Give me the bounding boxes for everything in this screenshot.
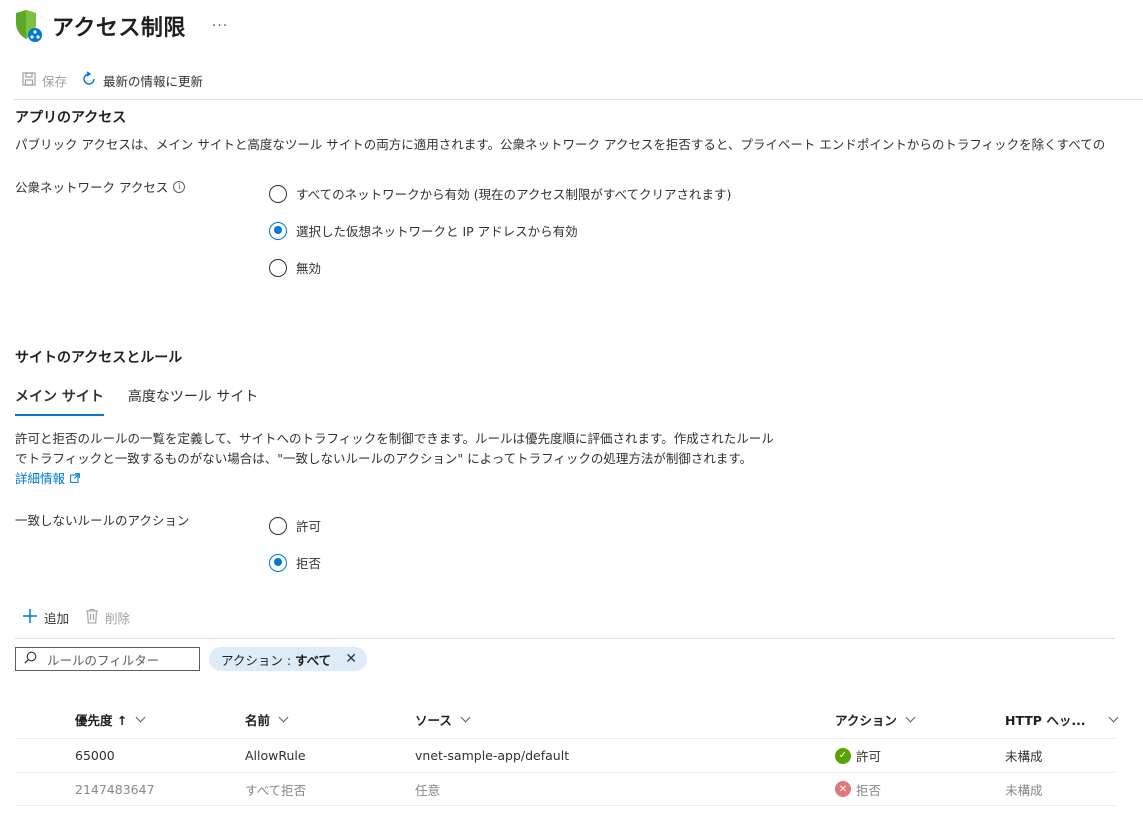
column-header-action[interactable]: アクション bbox=[835, 700, 916, 738]
row-action: ✓ 許可 bbox=[835, 739, 881, 772]
table-row[interactable]: 2147483647 すべて拒否 任意 ✕ 拒否 未構成 bbox=[15, 772, 1115, 806]
add-label: 追加 bbox=[44, 611, 70, 626]
radio-selected-networks[interactable]: 選択した仮想ネットワークと IP アドレスから有効 bbox=[269, 221, 578, 240]
row-http-headers: 未構成 bbox=[1005, 782, 1043, 798]
row-http-headers: 未構成 bbox=[1005, 749, 1043, 764]
row-priority: 2147483647 bbox=[75, 781, 155, 797]
chevron-down-icon bbox=[905, 712, 916, 722]
save-button[interactable]: 保存 bbox=[22, 71, 67, 90]
filter-placeholder: ルールのフィルター bbox=[47, 652, 160, 668]
error-circle-icon: ✕ bbox=[835, 781, 851, 797]
delete-label: 削除 bbox=[105, 611, 131, 626]
table-row[interactable]: 65000 AllowRule vnet-sample-app/default … bbox=[15, 738, 1115, 772]
column-header-http[interactable]: HTTP ヘッ... bbox=[1005, 700, 1119, 738]
radio-all-networks[interactable]: すべてのネットワークから有効 (現在のアクセス制限がすべてクリアされます) bbox=[269, 184, 731, 203]
row-priority: 65000 bbox=[75, 748, 115, 763]
name-header-label: 名前 bbox=[245, 712, 271, 728]
column-header-priority[interactable]: 優先度 ↑ bbox=[75, 700, 146, 738]
radio-label-unmatched-allow: 許可 bbox=[296, 519, 322, 534]
source-header-label: ソース bbox=[415, 712, 452, 728]
radio-label-disabled: 無効 bbox=[296, 261, 322, 276]
priority-header-label: 優先度 ↑ bbox=[75, 712, 128, 728]
radio-label-unmatched-deny: 拒否 bbox=[296, 556, 322, 571]
chevron-down-icon bbox=[135, 712, 146, 722]
learn-more-link[interactable]: 詳細情報 bbox=[15, 468, 80, 489]
row-name: すべて拒否 bbox=[245, 782, 307, 798]
chevron-down-icon bbox=[1108, 712, 1119, 722]
refresh-label: 最新の情報に更新 bbox=[103, 73, 204, 89]
action-filter-value: すべて bbox=[295, 652, 332, 668]
public-network-access-label: 公衆ネットワーク アクセス i bbox=[15, 177, 186, 196]
radio-disabled[interactable]: 無効 bbox=[269, 258, 321, 277]
radio-unmatched-deny[interactable]: 拒否 bbox=[269, 553, 321, 572]
info-icon[interactable]: i bbox=[173, 180, 186, 193]
radio-circle-unmatched-deny[interactable] bbox=[269, 553, 287, 572]
add-rule-button[interactable]: 追加 bbox=[22, 608, 69, 627]
trash-icon bbox=[85, 608, 99, 627]
radio-circle-disabled[interactable] bbox=[269, 258, 287, 277]
radio-circle-selected-networks[interactable] bbox=[269, 221, 287, 240]
app-access-description: パブリック アクセスは、メイン サイトと高度なツール サイトの両方に適用されます… bbox=[15, 137, 1106, 152]
tab-advanced-tools-site[interactable]: 高度なツール サイト bbox=[128, 386, 258, 416]
chevron-down-icon bbox=[460, 712, 471, 722]
radio-label-selected-networks: 選択した仮想ネットワークと IP アドレスから有効 bbox=[296, 224, 578, 239]
radio-unmatched-allow[interactable]: 許可 bbox=[269, 516, 321, 535]
row-source: 任意 bbox=[415, 782, 441, 798]
app-access-title: アプリのアクセス bbox=[15, 110, 127, 126]
rules-command-bar: 追加 削除 bbox=[22, 608, 130, 627]
action-filter-prefix: アクション : bbox=[221, 652, 296, 668]
row-source: vnet-sample-app/default bbox=[415, 748, 570, 763]
refresh-button[interactable]: 最新の情報に更新 bbox=[81, 70, 204, 90]
shield-network-icon bbox=[14, 9, 44, 43]
search-icon bbox=[24, 651, 37, 667]
learn-more-row: 詳細情報 bbox=[15, 468, 80, 489]
public-network-access-text: 公衆ネットワーク アクセス bbox=[15, 180, 169, 195]
column-header-source[interactable]: ソース bbox=[415, 700, 471, 738]
save-icon bbox=[22, 71, 36, 89]
radio-circle-all-networks[interactable] bbox=[269, 184, 287, 203]
learn-more-label: 詳細情報 bbox=[15, 471, 66, 486]
http-header-label: HTTP ヘッ... bbox=[1005, 712, 1086, 728]
external-link-icon bbox=[70, 468, 80, 489]
row-action-label: 拒否 bbox=[856, 782, 882, 798]
tab-main-site[interactable]: メイン サイト bbox=[15, 386, 104, 416]
rules-table: 優先度 ↑ 名前 ソース アクション HTTP ヘッ... 65000 Allo… bbox=[15, 700, 1119, 806]
rules-filter-input[interactable]: ルールのフィルター bbox=[15, 647, 200, 671]
action-filter-pill[interactable]: アクション : すべて ✕ bbox=[209, 647, 367, 671]
radio-circle-unmatched-allow[interactable] bbox=[269, 516, 287, 535]
delete-rule-button[interactable]: 削除 bbox=[85, 608, 130, 627]
toolbar-divider bbox=[14, 99, 1143, 100]
column-header-name[interactable]: 名前 bbox=[245, 700, 289, 738]
page-title: アクセス制限 bbox=[52, 16, 186, 41]
row-name: AllowRule bbox=[245, 748, 306, 763]
table-header: 優先度 ↑ 名前 ソース アクション HTTP ヘッ... bbox=[15, 700, 1119, 738]
command-bar-divider bbox=[15, 638, 1115, 639]
action-header-label: アクション bbox=[835, 712, 897, 728]
more-options-button[interactable]: ··· bbox=[212, 18, 228, 34]
site-access-description-2: でトラフィックと一致するものがない場合は、"一致しないルールのアクション" によ… bbox=[15, 451, 753, 466]
close-icon[interactable]: ✕ bbox=[345, 651, 357, 667]
refresh-icon bbox=[81, 70, 97, 90]
page-header: アクセス制限 ··· bbox=[14, 6, 228, 46]
chevron-down-icon bbox=[278, 712, 289, 722]
site-tabs: メイン サイト 高度なツール サイト bbox=[15, 386, 258, 416]
plus-icon bbox=[22, 608, 38, 627]
action-filter-text: アクション : すべて bbox=[221, 650, 331, 669]
check-circle-icon: ✓ bbox=[835, 747, 851, 764]
save-label: 保存 bbox=[42, 73, 68, 89]
site-access-description-1: 許可と拒否のルールの一覧を定義して、サイトへのトラフィックを制御できます。ルール… bbox=[15, 431, 774, 446]
radio-label-all-networks: すべてのネットワークから有効 (現在のアクセス制限がすべてクリアされます) bbox=[296, 187, 732, 202]
toolbar: 保存 最新の情報に更新 bbox=[22, 68, 203, 92]
site-access-title: サイトのアクセスとルール bbox=[15, 350, 183, 366]
row-action: ✕ 拒否 bbox=[835, 773, 881, 805]
unmatched-rule-action-label: 一致しないルールのアクション bbox=[15, 513, 190, 528]
row-action-label: 許可 bbox=[856, 749, 882, 764]
